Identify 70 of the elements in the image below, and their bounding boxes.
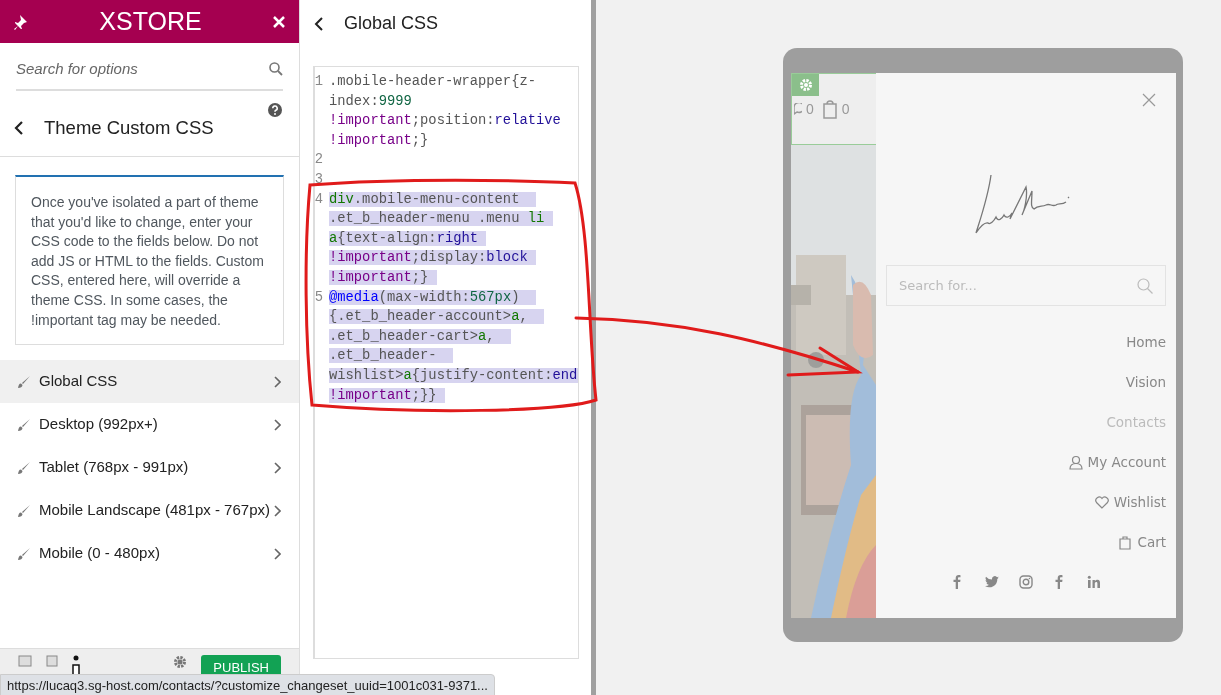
back-icon[interactable] [14,119,24,136]
bag-icon[interactable] [821,98,838,120]
menu-link[interactable]: Vision [1125,362,1166,402]
menu-link[interactable]: Contacts [1106,402,1166,442]
help-icon[interactable] [268,103,282,117]
nav-item[interactable]: Tablet (768px - 991px) [0,446,299,490]
panel-title: Global CSS [344,12,439,35]
tablet-icon[interactable] [46,655,58,667]
linkedin-icon[interactable] [1086,574,1102,590]
code-text: .et_b_header-cart>a, [329,328,512,344]
menu-link[interactable]: Cart [1118,522,1166,562]
chat-icon[interactable] [794,103,802,115]
settings-icon[interactable] [173,655,188,669]
brush-icon [17,417,31,432]
code-text: !important;position:relative [329,113,561,129]
brush-icon [17,460,31,475]
url-tooltip: https://lucaq3.sg-host.com/contacts/?customize_changeset_uuid=1001c031-9371... [0,674,495,695]
code-text: !important;}} [329,387,445,403]
search-field[interactable]: Search for... [897,274,1117,297]
settings-icon [798,78,813,92]
menu-link[interactable]: Wishlist [1094,482,1166,522]
chevron-right-icon [274,418,281,431]
brush-icon [17,546,31,561]
pin-icon[interactable] [14,13,28,30]
chevron-right-icon [274,504,281,517]
settings-button[interactable] [792,74,819,96]
nav-item[interactable]: Global CSS [0,360,299,404]
brush-icon [17,503,31,518]
search-box[interactable]: Search for... [886,265,1166,306]
code-editor[interactable] [313,66,579,659]
line-number: 4 [314,190,324,209]
nav-item[interactable]: Mobile Landscape (481px - 767px) [0,489,299,533]
logo: XSTORE [99,5,202,37]
instagram-icon[interactable] [1018,574,1034,590]
search-icon [269,62,283,76]
back-icon[interactable] [314,15,324,32]
search-icon [1137,277,1153,294]
code-text: div.mobile-menu-content [329,191,536,207]
heart-icon [1094,494,1109,510]
code-text: .et_b_header-menu .menu li [329,211,553,227]
bag-icon [1118,534,1133,550]
line-number: 1 [314,73,324,91]
code-text: !important;display:block [329,250,536,266]
code-text: wishlist>a{justify-content:end [329,367,578,383]
wishlist-count: 0 [806,99,814,119]
chevron-right-icon [274,547,281,560]
code-text: !important;} [329,132,429,148]
chevron-right-icon [274,375,281,388]
nav-item[interactable]: Mobile (0 - 480px) [0,532,299,576]
menu-link[interactable]: Home [1126,322,1166,362]
twitter-icon[interactable] [984,574,1000,590]
desktop-icon[interactable] [18,655,32,667]
cart-count: 0 [841,99,850,119]
menu-link[interactable]: My Account [1068,442,1166,482]
code-text: .mobile-header-wrapper{z- [329,74,536,89]
description-text: Once you've isolated a part of theme that you'd like to change, enter your CSS code to the fields below. Do not add JS or HTML to the fields. Custom CSS, entered here, will override a theme CSS. In some cases, the !important tag may be needed. [15,175,284,346]
code-text: @media(max-width:567px) [329,289,536,305]
line-number: 5 [314,288,324,307]
line-number: 2 [314,151,324,170]
section-title: Theme Custom CSS [44,115,214,140]
code-text: index:9999 [329,93,412,109]
chevron-right-icon [274,461,281,474]
code-text: !important;} [329,269,437,285]
code-text: .et_b_header- [329,348,454,364]
brush-icon [17,374,31,389]
line-number: 3 [314,170,324,189]
nav-item[interactable]: Desktop (992px+) [0,403,299,447]
user-icon [1068,454,1083,470]
code-text: a{text-align:right [329,230,487,246]
code-text: {.et_b_header-account>a, [329,309,545,325]
